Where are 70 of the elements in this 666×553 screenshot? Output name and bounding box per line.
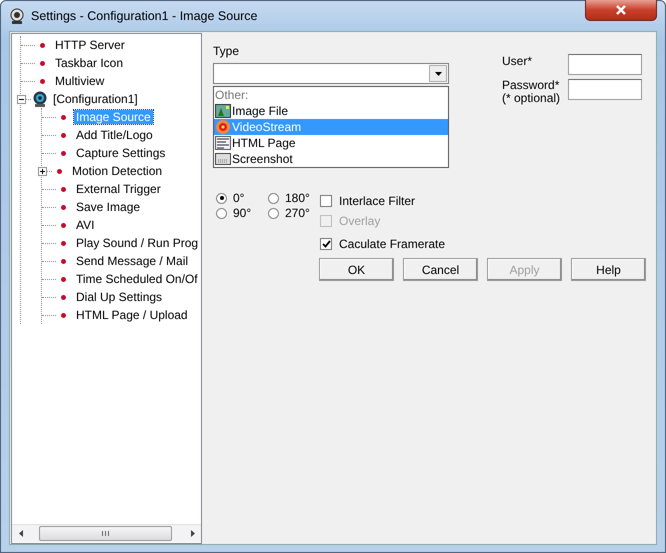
collapse-icon[interactable]	[17, 94, 26, 104]
scroll-thumb[interactable]	[39, 526, 172, 541]
close-button[interactable]	[585, 0, 657, 21]
checkbox-label: Interlace Filter	[339, 194, 416, 208]
grip-icon	[102, 531, 109, 536]
bullet-icon	[57, 168, 62, 174]
user-label: User*	[502, 54, 534, 70]
horizontal-scrollbar[interactable]	[12, 524, 201, 542]
tree-item[interactable]: Dial Up Settings	[74, 290, 164, 304]
tree-item[interactable]: [Configuration1]	[51, 92, 140, 106]
rotation-label: 180°	[285, 191, 310, 205]
bullet-icon	[40, 78, 45, 84]
rotation-label: 90°	[233, 206, 252, 220]
radio-button[interactable]	[268, 192, 279, 204]
dialog-button[interactable]: Help	[571, 258, 646, 281]
tree-item[interactable]: Taskbar Icon	[53, 56, 126, 70]
bullet-icon	[61, 132, 66, 138]
password-label: Password*	[502, 79, 560, 92]
checkbox-label: Caculate Framerate	[339, 236, 446, 250]
tree-item[interactable]: AVI	[74, 218, 96, 232]
tree-item[interactable]: HTTP Server	[53, 38, 127, 52]
type-combo[interactable]	[213, 63, 449, 84]
radio-button[interactable]	[216, 208, 227, 218]
checkbox[interactable]	[320, 238, 332, 250]
tree-item[interactable]: HTML Page / Upload	[74, 308, 190, 322]
tree-item[interactable]: External Trigger	[74, 182, 163, 196]
bullet-icon	[61, 294, 66, 300]
bullet-icon	[61, 150, 66, 156]
tree-item[interactable]: Capture Settings	[74, 146, 168, 160]
rotation-label: 270°	[285, 206, 310, 220]
dropdown-option[interactable]: Screenshot	[214, 151, 448, 167]
dialog-button[interactable]: Cancel	[403, 258, 478, 281]
type-label: Type	[213, 44, 240, 58]
password-field[interactable]	[568, 79, 642, 100]
close-icon	[615, 5, 627, 15]
bullet-icon	[61, 204, 66, 210]
dropdown-option[interactable]: Image File	[214, 103, 448, 119]
bullet-icon	[40, 42, 45, 48]
radio-button[interactable]	[268, 208, 279, 218]
bullet-icon	[61, 276, 66, 282]
bullet-icon	[61, 240, 66, 246]
dropdown-option[interactable]: HTML Page	[214, 135, 448, 151]
bullet-icon	[61, 186, 66, 192]
tree-item[interactable]: Save Image	[74, 200, 142, 214]
tree-item[interactable]: Send Message / Mail	[74, 254, 190, 268]
radio-button[interactable]	[216, 192, 227, 204]
tree-picture-icon	[215, 104, 231, 118]
tree-item[interactable]: Add Title/Logo	[74, 128, 155, 142]
tree-item[interactable]: Time Scheduled On/Of	[74, 272, 200, 286]
expand-icon[interactable]	[38, 166, 47, 176]
bullet-icon	[61, 312, 66, 318]
dropdown-option[interactable]: Other:	[214, 87, 448, 103]
screen-icon	[215, 152, 231, 166]
window-title: Settings - Configuration1 - Image Source	[31, 9, 259, 23]
checkbox-label: Overlay	[339, 214, 380, 228]
bullet-icon	[61, 258, 66, 264]
user-field[interactable]	[568, 54, 642, 75]
bullet-icon	[61, 222, 66, 228]
rotation-label: 0°	[233, 191, 244, 205]
tree-item[interactable]: Motion Detection	[70, 164, 164, 178]
scroll-right-icon[interactable]	[190, 530, 194, 537]
checkbox[interactable]	[320, 194, 332, 206]
bullet-icon	[40, 60, 45, 66]
tree-item[interactable]: Multiview	[53, 74, 106, 88]
bullet-icon	[61, 114, 66, 120]
optional-note: (* optional)	[502, 92, 562, 105]
dialog-button[interactable]: OK	[319, 258, 394, 281]
scroll-left-icon[interactable]	[18, 530, 22, 537]
dropdown-arrow-icon	[434, 72, 442, 76]
tree-item[interactable]: Play Sound / Run Prog	[74, 236, 200, 250]
